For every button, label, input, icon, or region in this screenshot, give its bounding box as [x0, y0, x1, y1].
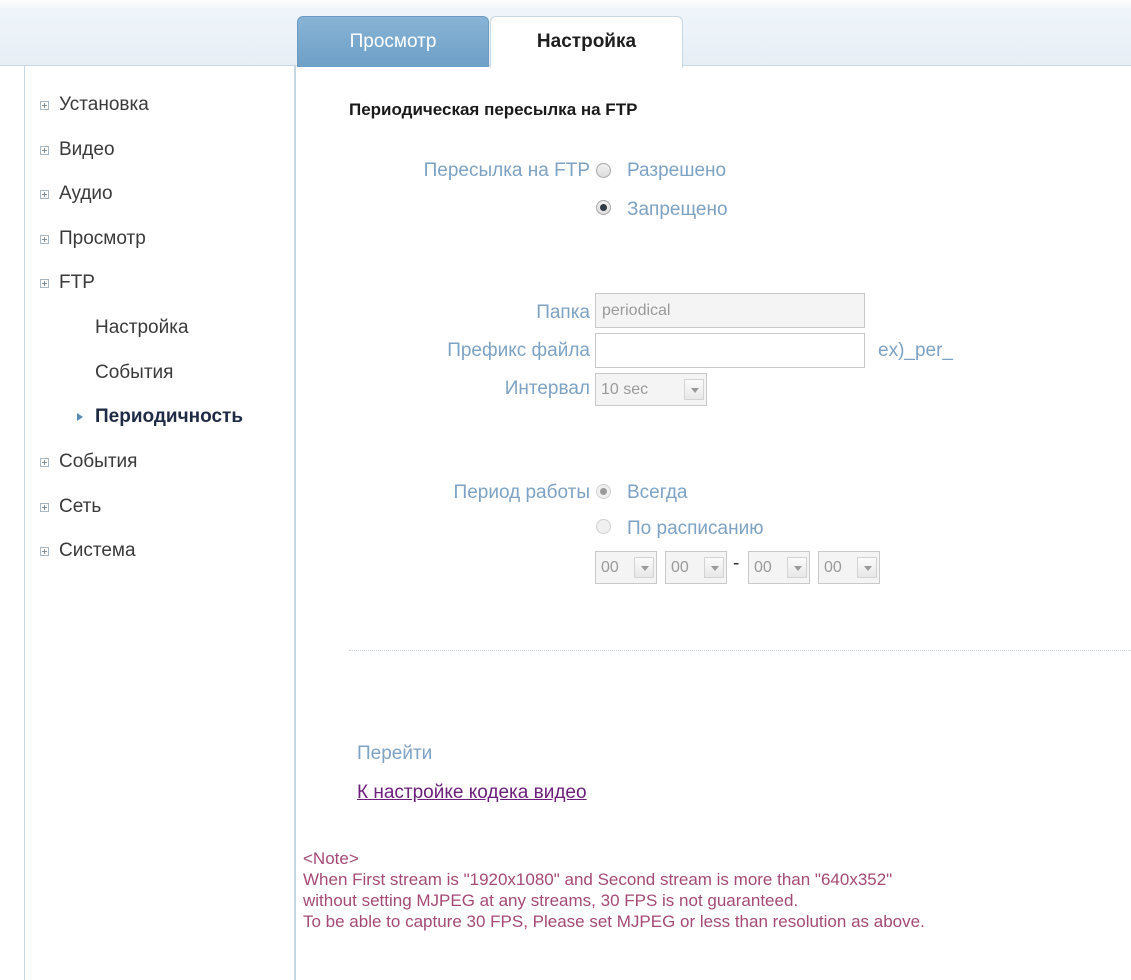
- tab-view[interactable]: Просмотр: [297, 16, 489, 67]
- sidebar-item-live-view[interactable]: Просмотр: [40, 228, 146, 250]
- note-line: When First stream is "1920x1080" and Sec…: [303, 870, 893, 889]
- period-always-radio[interactable]: [596, 484, 611, 499]
- note-header: <Note>: [303, 849, 359, 868]
- sidebar-subitem-label: Периодичность: [95, 406, 244, 427]
- expand-icon: [40, 234, 49, 244]
- note-line: without setting MJPEG at any streams, 30…: [303, 891, 799, 910]
- expand-icon: [40, 457, 49, 467]
- sidebar-item-label: Установка: [59, 94, 149, 115]
- period-always-label: Всегда: [627, 482, 688, 503]
- period-schedule-radio[interactable]: [596, 519, 611, 534]
- sidebar-item-events[interactable]: События: [40, 451, 137, 473]
- interval-label: Интервал: [504, 378, 590, 399]
- sidebar-item-system[interactable]: Система: [40, 540, 136, 562]
- folder-label: Папка: [536, 302, 590, 323]
- sidebar-subitem-ftp-periodic[interactable]: Периодичность: [77, 406, 243, 428]
- expand-icon: [40, 546, 49, 556]
- prefix-label: Префикс файла: [447, 340, 590, 361]
- top-tab-bar: Просмотр Настройка: [0, 0, 1131, 68]
- ftp-upload-label: Пересылка на FTP: [423, 160, 590, 181]
- sidebar-item-video[interactable]: Видео: [40, 139, 115, 161]
- video-codec-settings-link[interactable]: К настройке кодека видео: [357, 782, 587, 804]
- sidebar-subitem-ftp-events[interactable]: События: [95, 362, 173, 384]
- section-divider: [349, 650, 1131, 651]
- end-hour-select[interactable]: 00: [748, 551, 810, 584]
- sidebar-item-label: Просмотр: [59, 228, 146, 249]
- sidebar-item-ftp[interactable]: FTP: [40, 272, 95, 294]
- interval-select[interactable]: 10 sec: [595, 373, 707, 406]
- chevron-down-icon: [634, 557, 654, 578]
- sidebar-item-audio[interactable]: Аудио: [40, 183, 113, 205]
- sidebar-subitem-ftp-setup[interactable]: Настройка: [95, 317, 189, 339]
- active-arrow-icon: [77, 413, 83, 421]
- sidebar-item-label: Аудио: [59, 183, 113, 204]
- ftp-upload-enabled-label: Разрешено: [627, 160, 727, 181]
- chevron-down-icon: [857, 557, 877, 578]
- sidebar-item-label: События: [59, 451, 138, 472]
- sidebar-item-label: Видео: [59, 139, 115, 160]
- ftp-upload-disabled-label: Запрещено: [627, 199, 728, 220]
- chevron-down-icon: [787, 557, 807, 578]
- chevron-down-icon: [704, 557, 724, 578]
- start-minute-value: 00: [671, 559, 689, 576]
- prefix-field[interactable]: [595, 333, 865, 368]
- sidebar-item-label: FTP: [59, 272, 95, 293]
- expand-icon: [40, 189, 49, 199]
- start-hour-value: 00: [601, 559, 619, 576]
- folder-field[interactable]: periodical: [595, 293, 865, 328]
- interval-value: 10 sec: [601, 381, 649, 398]
- note-line: To be able to capture 30 FPS, Please set…: [303, 912, 925, 931]
- ftp-upload-disabled-radio[interactable]: [596, 200, 611, 215]
- page-title: Периодическая пересылка на FTP: [349, 100, 638, 119]
- expand-icon: [40, 278, 49, 288]
- sidebar: Установка Видео Аудио Просмотр FTP Настр…: [24, 66, 296, 980]
- expand-icon: [40, 145, 49, 155]
- end-minute-value: 00: [824, 559, 842, 576]
- goto-label: Перейти: [357, 743, 433, 764]
- sidebar-item-label: Сеть: [59, 496, 102, 517]
- start-minute-select[interactable]: 00: [665, 551, 727, 584]
- period-label: Период работы: [453, 482, 590, 503]
- expand-icon: [40, 100, 49, 110]
- time-range-separator: -: [733, 553, 740, 574]
- sidebar-item-network[interactable]: Сеть: [40, 496, 101, 518]
- ftp-upload-enabled-radio[interactable]: [596, 163, 611, 178]
- start-hour-select[interactable]: 00: [595, 551, 657, 584]
- end-minute-select[interactable]: 00: [818, 551, 880, 584]
- note-block: <Note> When First stream is "1920x1080" …: [303, 848, 925, 932]
- prefix-hint: ex)_per_: [878, 340, 953, 361]
- sidebar-item-label: Система: [59, 540, 136, 561]
- sidebar-item-install[interactable]: Установка: [40, 94, 149, 116]
- chevron-down-icon: [684, 379, 704, 400]
- expand-icon: [40, 502, 49, 512]
- tab-setup[interactable]: Настройка: [490, 16, 683, 68]
- end-hour-value: 00: [754, 559, 772, 576]
- period-schedule-label: По расписанию: [627, 518, 764, 539]
